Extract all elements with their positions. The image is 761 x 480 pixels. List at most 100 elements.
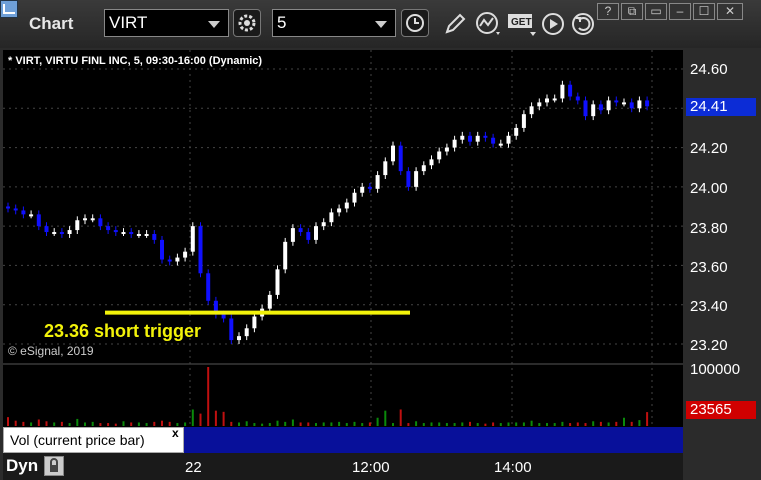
volume-bar <box>22 421 25 426</box>
candle-body <box>514 127 519 136</box>
interval-dropdown[interactable]: 5 <box>272 9 396 37</box>
price-chart[interactable] <box>0 48 761 480</box>
volume-pane[interactable] <box>3 365 683 427</box>
candle-body <box>59 232 64 235</box>
candle-body <box>21 210 26 215</box>
lock-icon[interactable] <box>44 456 64 476</box>
volume-bar <box>14 420 17 426</box>
price-tick: 23.40 <box>690 298 728 315</box>
candle-body <box>229 318 234 341</box>
candle-body <box>67 230 72 234</box>
tile-icon: ▭ <box>650 4 662 18</box>
help-icon: ? <box>604 4 612 18</box>
candle-body <box>160 239 164 260</box>
volume-bar <box>76 418 79 426</box>
volume-label-strip <box>184 427 683 453</box>
candle-body <box>429 159 434 166</box>
time-template-button[interactable] <box>401 9 429 37</box>
price-tick: 23.60 <box>690 259 728 276</box>
candle-body <box>583 100 588 117</box>
candle-body <box>44 226 49 233</box>
link-button[interactable]: ⧉ <box>621 3 643 20</box>
volume-bar <box>99 423 102 426</box>
volume-bar <box>299 422 302 426</box>
study-chart-icon[interactable] <box>474 10 504 38</box>
volume-bar <box>338 421 341 426</box>
volume-bar <box>538 423 541 426</box>
chevron-down-icon[interactable] <box>208 21 220 28</box>
volume-bar <box>561 421 564 426</box>
volume-bar <box>569 423 572 426</box>
candle-body <box>521 114 526 128</box>
volume-bar <box>107 423 110 426</box>
candle-body <box>414 171 419 187</box>
volume-bar <box>576 422 579 426</box>
volume-bar <box>307 422 310 426</box>
volume-bar <box>461 422 464 426</box>
volume-bar <box>45 421 48 426</box>
candle-body <box>198 226 203 274</box>
symbol-dropdown[interactable]: VIRT <box>104 9 229 37</box>
volume-bar <box>445 423 448 426</box>
volume-bar <box>60 421 63 426</box>
volume-bar <box>222 411 225 426</box>
volume-bar <box>330 422 333 426</box>
last-volume-badge: 23565 <box>686 401 756 419</box>
time-tick: 22 <box>185 459 202 476</box>
candle-body <box>136 234 141 236</box>
candle-body <box>575 96 580 101</box>
volume-bar <box>507 422 510 426</box>
candle-body <box>383 161 388 176</box>
pencil-draw-icon[interactable] <box>442 11 468 37</box>
volume-bar <box>553 423 556 426</box>
price-pane[interactable] <box>3 50 683 363</box>
undo-icon[interactable] <box>570 10 598 38</box>
candle-body <box>398 145 403 172</box>
candle-body <box>290 228 295 242</box>
volume-bar <box>238 422 240 426</box>
volume-tick: 100000 <box>690 361 741 378</box>
candle-body <box>614 100 619 103</box>
candle-body <box>444 147 449 152</box>
volume-bar <box>253 423 256 426</box>
volume-bar <box>599 421 602 426</box>
minimize-button[interactable]: – <box>669 3 691 20</box>
volume-bar <box>245 421 248 426</box>
candle-body <box>560 84 565 99</box>
volume-bar <box>261 423 264 426</box>
volume-bar <box>161 420 163 426</box>
candle-body <box>352 192 357 203</box>
tile-button[interactable]: ▭ <box>645 3 667 20</box>
play-icon[interactable] <box>540 10 568 38</box>
candle-body <box>568 84 573 97</box>
help-button[interactable]: ? <box>597 3 619 20</box>
candle-body <box>491 137 496 144</box>
settings-gear-button[interactable] <box>233 9 261 37</box>
close-button[interactable]: ✕ <box>717 3 743 20</box>
candle-body <box>529 106 534 115</box>
get-data-icon[interactable]: GET <box>506 10 538 38</box>
volume-bar <box>207 367 210 426</box>
volume-bar <box>184 422 187 426</box>
candle-body <box>468 135 472 142</box>
candle-body <box>52 232 57 235</box>
dynamic-mode-label[interactable]: Dyn <box>6 456 38 476</box>
price-tick: 24.60 <box>690 61 728 78</box>
link-icon: ⧉ <box>627 4 637 18</box>
chevron-down-icon[interactable] <box>375 21 387 28</box>
volume-bar <box>607 422 610 426</box>
volume-bar <box>361 423 364 426</box>
volume-study-label: Vol (current price bar) <box>10 432 145 448</box>
maximize-button[interactable]: ☐ <box>693 3 715 20</box>
candle-body <box>483 135 488 138</box>
volume-bar <box>407 423 410 426</box>
volume-bar <box>623 417 625 426</box>
volume-bar <box>84 422 86 426</box>
candle-body <box>29 214 34 217</box>
chart-header: * VIRT, VIRTU FINL INC, 5, 09:30-16:00 (… <box>8 55 263 67</box>
candle-body <box>645 100 650 107</box>
close-study-icon[interactable]: x <box>172 426 179 440</box>
candle-body <box>391 145 395 162</box>
candle-body <box>275 269 280 295</box>
candle-body <box>367 186 372 189</box>
